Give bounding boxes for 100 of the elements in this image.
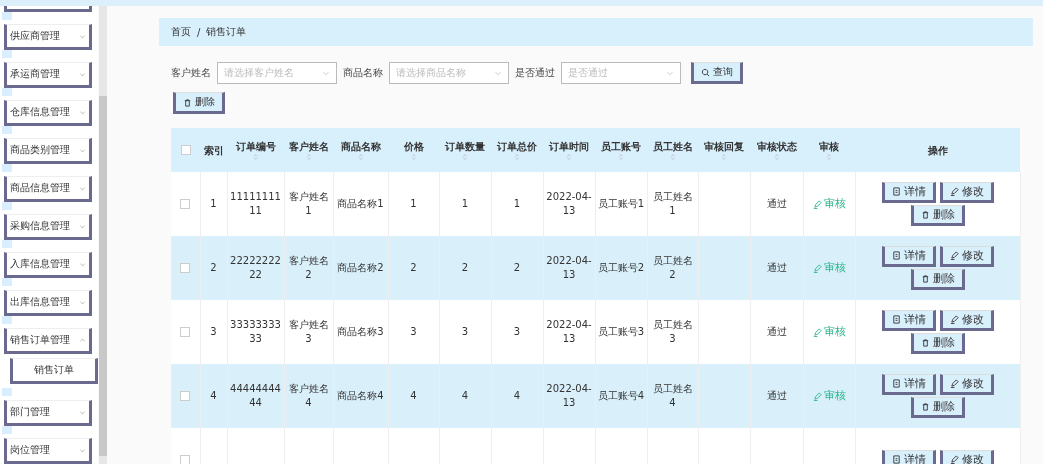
edit-button[interactable]: 修改 (939, 374, 994, 395)
detail-button[interactable]: 详情 (881, 449, 936, 464)
table-cell: 3 (200, 300, 227, 364)
breadcrumb-link[interactable]: 销售订单 (206, 25, 247, 39)
menu-item[interactable]: 承运商管理 (4, 62, 92, 88)
table-cell: 4 (439, 364, 491, 428)
table-cell: 客户姓名2 (284, 236, 333, 300)
pen-icon (949, 251, 959, 260)
delete-button[interactable]: 删除 (910, 269, 965, 290)
column-header: 订单时间 (543, 128, 595, 172)
menu-item[interactable]: 商品信息管理 (4, 176, 92, 202)
menu-item[interactable]: 部门管理 (4, 400, 92, 426)
menu-marker (2, 240, 12, 248)
table-cell: 商品名称1 (333, 172, 388, 236)
menu-item[interactable]: 供应商管理 (4, 24, 92, 50)
menu-item[interactable]: 岗位管理 (4, 438, 92, 464)
edit-button[interactable]: 修改 (939, 182, 994, 203)
table-cell: 客户姓名1 (284, 172, 333, 236)
edit-button[interactable]: 修改 (939, 246, 994, 267)
table-cell: 3333333333 (227, 300, 284, 364)
table-cell: 员工姓名4 (647, 364, 698, 428)
table-cell: 通过 (750, 364, 803, 428)
table-cell: 通过 (750, 172, 803, 236)
menu-marker (2, 12, 12, 20)
table-cell: 通过 (750, 236, 803, 300)
pen-icon (812, 199, 822, 209)
detail-button[interactable]: 详情 (881, 182, 936, 203)
table-cell: 客户姓名3 (284, 300, 333, 364)
detail-button[interactable]: 详情 (881, 246, 936, 267)
document-icon (891, 315, 901, 324)
table-cell: 1 (439, 172, 491, 236)
breadcrumb-link[interactable]: 首页 (171, 25, 191, 39)
pen-icon (949, 315, 959, 324)
detail-button[interactable]: 详情 (881, 310, 936, 331)
checkbox[interactable] (180, 145, 191, 155)
pen-icon (949, 187, 959, 196)
table-cell: 商品名称4 (333, 364, 388, 428)
delete-button[interactable]: 删除 (910, 397, 965, 418)
table-cell: 商品名称3 (333, 300, 388, 364)
menu-item[interactable]: 入库信息管理 (4, 252, 92, 278)
table-cell: 2222222222 (227, 236, 284, 300)
sort-icon (617, 152, 625, 161)
detail-button[interactable]: 详情 (881, 374, 936, 395)
menu-marker (2, 50, 12, 58)
table-cell: 客户姓名4 (284, 364, 333, 428)
menu-item[interactable]: 销售订单管理 (4, 328, 92, 354)
pen-icon (949, 379, 959, 388)
trash-icon (920, 210, 930, 219)
menu-marker (2, 164, 12, 172)
sort-icon (304, 152, 313, 161)
menu-item[interactable]: 采购信息管理 (4, 214, 92, 240)
sort-icon (825, 152, 833, 161)
table-cell: 2 (388, 236, 439, 300)
table-cell: 2022-04-13 (543, 236, 595, 300)
menu-marker (2, 426, 12, 434)
pen-icon (812, 327, 822, 337)
sort-icon (251, 152, 260, 161)
table-cell: 1 (388, 172, 439, 236)
document-icon (891, 251, 901, 260)
checkbox[interactable] (180, 327, 191, 337)
checkbox[interactable] (180, 263, 191, 273)
checkbox[interactable] (180, 199, 191, 209)
table-cell: 员工姓名3 (647, 300, 698, 364)
column-header: 索引 (200, 128, 227, 172)
table-cell: 1 (200, 172, 227, 236)
search-icon (701, 67, 710, 77)
scrollbar[interactable] (99, 6, 107, 464)
table-cell: 4 (491, 364, 543, 428)
menu-marker (2, 202, 12, 210)
search-button[interactable]: 查询 (691, 62, 743, 84)
table-cell: 员工账号2 (595, 236, 647, 300)
chevron-icon (79, 336, 86, 344)
trash-icon (920, 402, 930, 411)
menu-item[interactable]: 商品类别管理 (4, 138, 92, 164)
table-cell: 4444444444 (227, 364, 284, 428)
menu-item[interactable]: 出库信息管理 (4, 290, 92, 316)
document-icon (891, 379, 901, 388)
document-icon (891, 454, 901, 464)
menu-item[interactable]: 仓库信息管理 (4, 100, 92, 126)
column-header: 商品名称 (333, 128, 388, 172)
filter-label: 客户姓名 (171, 66, 211, 80)
column-header: 订单编号 (227, 128, 284, 172)
submenu-item[interactable]: 销售订单 (10, 358, 98, 384)
pen-icon (812, 391, 822, 401)
table-cell: 3 (491, 300, 543, 364)
checkbox[interactable] (180, 455, 191, 464)
delete-button[interactable]: 删除 (910, 205, 965, 226)
delete-button[interactable]: 删除 (910, 333, 965, 354)
table-cell: 员工账号3 (595, 300, 647, 364)
edit-button[interactable]: 修改 (939, 310, 994, 331)
sort-icon (513, 152, 521, 161)
table-cell: 2022-04-13 (543, 300, 595, 364)
checkbox[interactable] (180, 391, 191, 401)
trash-icon (920, 338, 930, 347)
table-cell: 通过 (750, 300, 803, 364)
sort-icon (668, 152, 677, 161)
delete-button[interactable]: 删除 (173, 92, 225, 114)
table-cell: 3 (439, 300, 491, 364)
pen-icon (949, 454, 959, 464)
edit-button[interactable]: 修改 (939, 449, 994, 464)
